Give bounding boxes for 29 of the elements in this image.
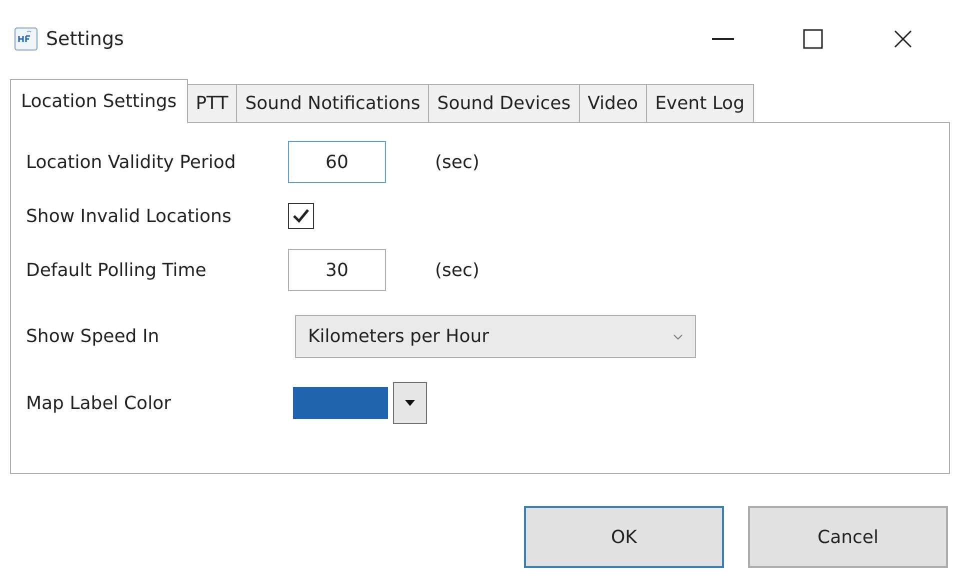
dialog-button[interactable]: Cancel	[748, 506, 948, 568]
checkmark-icon	[292, 208, 310, 224]
setting-label: Show Invalid Locations	[26, 204, 232, 228]
number-field[interactable]: 30	[288, 249, 386, 291]
tab[interactable]: Sound Notifications	[236, 84, 430, 122]
setting-label: Map Label Color	[26, 392, 172, 416]
tab[interactable]: Sound Devices	[428, 84, 580, 122]
checkbox[interactable]	[288, 203, 314, 229]
chevron-icon	[673, 334, 683, 340]
tab[interactable]: Video	[578, 84, 648, 122]
caret-icon	[405, 400, 415, 406]
dialog-button[interactable]: OK	[524, 506, 724, 568]
window-title: Settings	[46, 26, 124, 52]
unit-label: (sec)	[435, 258, 480, 282]
setting-label: Show Speed In	[26, 325, 160, 349]
dropdown-value: Kilometers per Hour	[308, 325, 490, 349]
app-logo-icon	[14, 27, 38, 51]
tab[interactable]: Event Log	[646, 84, 754, 122]
maximize-icon	[803, 29, 823, 49]
tab[interactable]: Location Settings	[10, 79, 188, 123]
number-field[interactable]: 60	[288, 141, 386, 183]
close-icon	[893, 29, 913, 49]
tab[interactable]: PTT	[186, 84, 238, 122]
setting-label: Default Polling Time	[26, 258, 208, 282]
unit-label: (sec)	[435, 150, 480, 174]
speed-dropdown[interactable]: Kilometers per Hour	[295, 315, 696, 358]
color-dropdown-button[interactable]	[393, 382, 427, 424]
setting-label: Location Validity Period	[26, 150, 237, 174]
minimize-icon	[712, 37, 734, 41]
